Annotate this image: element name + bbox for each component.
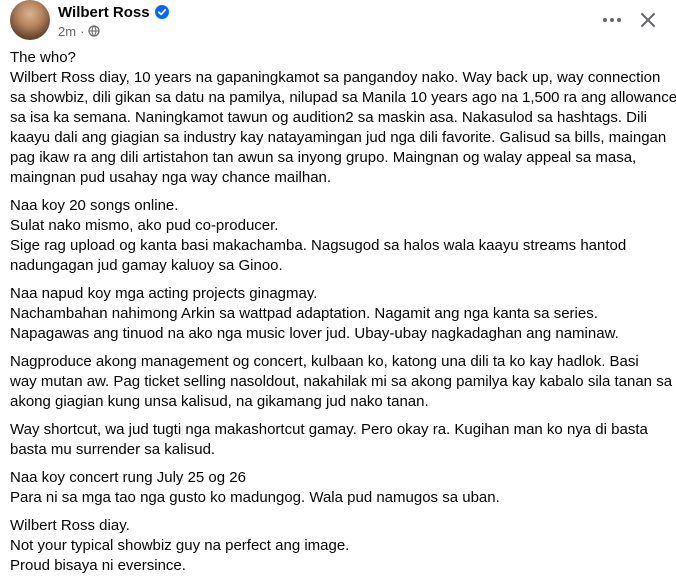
post-text-line: Naa koy concert rung July 25 og 26: [10, 469, 246, 486]
post-meta: 2m ·: [58, 23, 101, 39]
post-paragraph: Way shortcut, wa jud tugti nga makashort…: [10, 420, 650, 460]
post-paragraph: Naa napud koy mga acting projects ginagm…: [10, 284, 650, 344]
verified-badge-icon: [154, 5, 169, 19]
avatar[interactable]: [10, 0, 50, 40]
post-text-line: nadungagan jud gamay kaluoy sa Ginoo.: [10, 257, 283, 274]
post-text-line: Naa napud koy mga acting projects ginagm…: [10, 285, 318, 302]
post-text-line: Sige rag upload og kanta basi makachamba…: [10, 237, 627, 254]
close-icon: [641, 13, 655, 27]
post-text-line: Nagproduce akong management og concert, …: [10, 353, 639, 370]
post-header: Wilbert Ross 2m ·: [0, 0, 676, 48]
post-text-line: maingnan pud usahay nga way chance mailh…: [10, 169, 332, 186]
post-text-line: kaayu dali ang giagian sa industry kay n…: [10, 129, 667, 146]
more-horizontal-icon: [603, 18, 621, 22]
author-name[interactable]: Wilbert Ross: [58, 4, 150, 21]
post-text-line: Way shortcut, wa jud tugti nga makashort…: [10, 421, 648, 438]
post-text-line: Nachambahan nahimong Arkin sa wattpad ad…: [10, 305, 598, 322]
close-button[interactable]: [633, 5, 663, 35]
globe-icon[interactable]: [88, 25, 101, 37]
post-text-line: pag ikaw ra ang dili artistahon tan awun…: [10, 149, 637, 166]
post-text-line: Proud bisaya ni eversince.: [10, 557, 186, 574]
post-text-line: Sulat nako mismo, ako pud co-producer.: [10, 217, 279, 234]
post-text-line: sa isa ka semana. Naningkamot tawun og a…: [10, 109, 648, 126]
post-paragraph: Naa koy 20 songs online. Sulat nako mism…: [10, 196, 650, 276]
post-text-line: Napagawas ang tinuod na ako nga music lo…: [10, 325, 619, 342]
post-timestamp[interactable]: 2m: [58, 24, 76, 39]
post-text-line: Wilbert Ross diay, 10 years na gapaningk…: [10, 69, 661, 86]
more-options-button[interactable]: [597, 5, 627, 35]
post-paragraph: Wilbert Ross diay. Not your typical show…: [10, 516, 650, 576]
post-body: The who? Wilbert Ross diay, 10 years na …: [10, 48, 676, 584]
author-row: Wilbert Ross: [58, 2, 169, 22]
post-text-line: Not your typical showbiz guy na perfect …: [10, 537, 350, 554]
post-text-line: Naa koy 20 songs online.: [10, 197, 179, 214]
post-text-line: akong giagian kung unsa kalisud, na gika…: [10, 393, 429, 410]
post-paragraph: Naa koy concert rung July 25 og 26 Para …: [10, 468, 650, 508]
post-text-line: way mutan aw. Pag ticket selling nasoldo…: [10, 373, 673, 390]
post-text-line: The who?: [10, 49, 76, 66]
post-paragraph: Nagproduce akong management og concert, …: [10, 352, 673, 412]
post-text-line: sa showbiz, dili gikan sa datu na pamily…: [10, 89, 676, 106]
post-text-line: Para ni sa mga tao nga gusto ko madungog…: [10, 489, 500, 506]
post-text-line: Wilbert Ross diay.: [10, 517, 130, 534]
post-text-line: basta mu surrender sa kalisud.: [10, 441, 216, 458]
meta-separator: ·: [80, 23, 85, 39]
post-paragraph: The who? Wilbert Ross diay, 10 years na …: [10, 48, 676, 188]
